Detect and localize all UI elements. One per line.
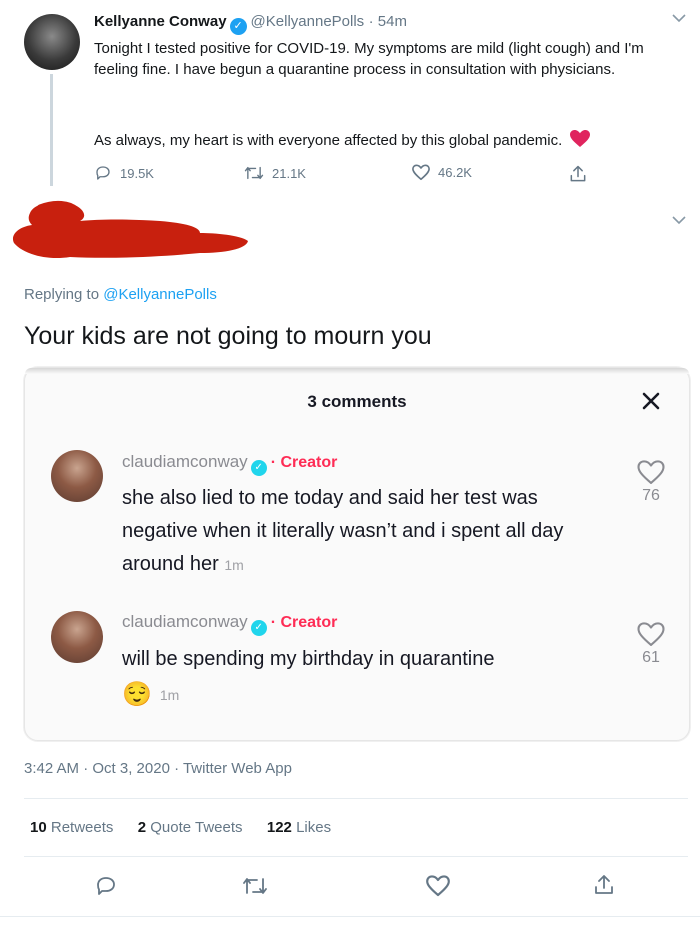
reply-timestamp[interactable]: 3:42 AM · Oct 3, 2020 · Twitter Web App — [24, 760, 292, 777]
verified-badge-icon: ✓ — [250, 460, 267, 476]
card-top-shadow — [25, 368, 689, 374]
retweets-stat[interactable]: 10 Retweets — [30, 819, 113, 836]
like-count: 46.2K — [438, 165, 472, 180]
comment-header: claudiamconway ✓ · Creator — [122, 452, 337, 476]
likes-stat-count: 122 — [266, 819, 292, 836]
engagement-stats: 10 Retweets 2 Quote Tweets 122 Likes — [30, 819, 331, 836]
quote-tweets-stat-label: Quote Tweets — [150, 819, 243, 836]
comment-like-count: 76 — [642, 487, 660, 504]
author-handle[interactable]: @KellyannePolls — [251, 13, 365, 30]
red-heart-icon — [570, 130, 591, 154]
comment-like-button[interactable]: 76 — [635, 460, 667, 505]
close-icon[interactable] — [640, 390, 662, 417]
comment-time: 1m — [224, 557, 244, 573]
verified-badge-icon: ✓ — [229, 18, 247, 35]
commenter-avatar[interactable] — [51, 611, 103, 663]
replying-to: Replying to @KellyannePolls — [24, 286, 217, 303]
heart-icon — [412, 164, 430, 181]
author-name[interactable]: Kellyanne Conway — [94, 13, 227, 30]
replying-to-label: Replying to — [24, 286, 100, 303]
retweet-icon — [244, 166, 264, 180]
commenter-username[interactable]: claudiamconway — [122, 612, 248, 631]
tweet-time[interactable]: · 54m — [369, 13, 407, 30]
comment-like-button[interactable]: 61 — [635, 622, 667, 667]
commenter-avatar[interactable] — [51, 450, 103, 502]
likes-stat[interactable]: 122 Likes — [267, 819, 331, 836]
tweet-header: Kellyanne Conway ✓ @KellyannePolls · 54m — [94, 13, 407, 35]
heart-outline-icon — [637, 622, 665, 646]
replying-to-handle[interactable]: @KellyannePolls — [103, 286, 217, 303]
comment-text: she also lied to me today and said her t… — [122, 482, 592, 582]
tweet-text-line: As always, my heart is with everyone aff… — [94, 132, 563, 149]
retweets-stat-label: Retweets — [50, 819, 114, 836]
author-avatar[interactable] — [24, 14, 80, 70]
quote-tweets-stat-count: 2 — [137, 819, 147, 836]
reply-count: 19.5K — [120, 165, 154, 181]
heart-outline-icon — [637, 460, 665, 484]
retweets-stat-count: 10 — [30, 819, 47, 836]
comments-count-header: 3 comments — [307, 392, 407, 411]
divider — [24, 798, 688, 799]
divider — [24, 856, 688, 857]
tweet-text-paragraph-1: Tonight I tested positive for COVID-19. … — [94, 40, 644, 78]
comment-text: will be spending my birthday in quaranti… — [122, 648, 495, 670]
comment-body: she also lied to me today and said her t… — [122, 487, 564, 575]
quote-tweets-stat[interactable]: 2 Quote Tweets — [138, 819, 243, 836]
relieved-face-emoji: 😌 — [122, 681, 152, 708]
thread-line — [50, 74, 53, 186]
creator-badge: · Creator — [270, 614, 338, 631]
chevron-down-icon[interactable] — [672, 212, 686, 228]
comment-header: claudiamconway ✓ · Creator — [122, 612, 337, 636]
like-action[interactable]: 46.2K — [412, 164, 472, 181]
creator-badge: · Creator — [270, 454, 338, 471]
comment-footer: 😌 1m — [122, 680, 179, 709]
redacted-user-scribble — [10, 195, 250, 275]
reply-icon[interactable] — [94, 874, 118, 903]
divider — [0, 916, 700, 917]
tweet-text-paragraph-2: As always, my heart is with everyone aff… — [94, 130, 674, 154]
heart-icon[interactable] — [426, 875, 450, 902]
comment-time: 1m — [159, 686, 180, 703]
share-icon[interactable] — [568, 164, 588, 189]
reply-text: Your kids are not going to mourn you — [24, 322, 432, 350]
commenter-username[interactable]: claudiamconway — [122, 452, 248, 471]
share-icon[interactable] — [592, 873, 616, 902]
reply-action[interactable]: 19.5K — [94, 164, 154, 182]
retweet-action[interactable]: 21.1K — [244, 164, 306, 182]
verified-badge-icon: ✓ — [250, 620, 267, 636]
comment-like-count: 61 — [642, 649, 660, 666]
chevron-down-icon[interactable] — [672, 10, 686, 26]
retweet-icon[interactable] — [242, 874, 268, 903]
likes-stat-label: Likes — [296, 819, 332, 836]
retweet-count: 21.1K — [272, 165, 306, 181]
reply-icon — [96, 166, 110, 180]
embedded-image-card[interactable]: 3 comments claudiamconway ✓ · Creator she … — [24, 367, 690, 741]
